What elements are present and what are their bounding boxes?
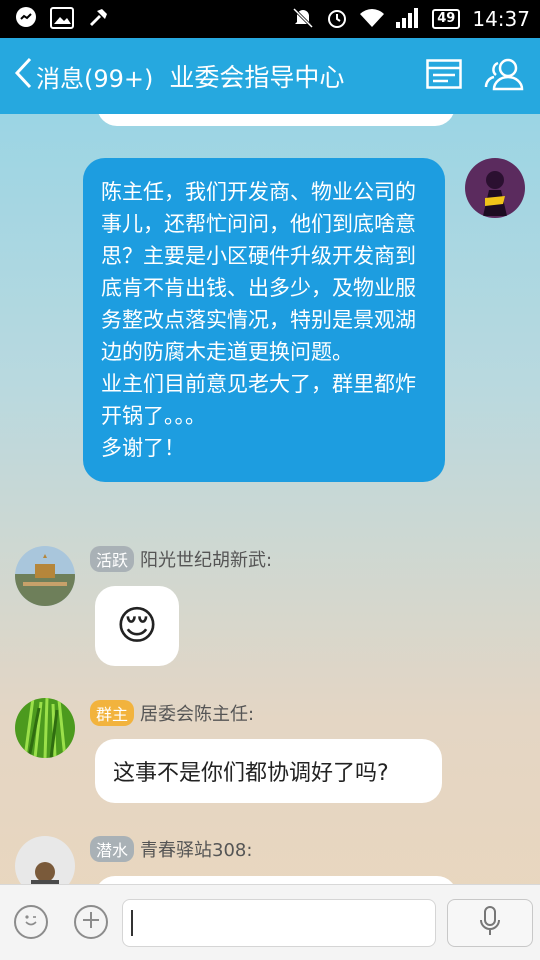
- smile-emoji-icon: 😌: [116, 603, 158, 649]
- avatar-sender[interactable]: [15, 546, 75, 606]
- chat-area[interactable]: 陈主任，我们开发商、物业公司的事儿，还帮忙问问，他们到底啥意思？主要是小区硬件升…: [0, 114, 540, 884]
- message-bubble-incoming[interactable]: 😌: [95, 586, 179, 666]
- title-bar: 消息(99+) 业委会指导中心: [0, 38, 540, 114]
- back-button[interactable]: 消息(99+): [14, 57, 153, 95]
- plus-icon: [81, 907, 101, 937]
- plus-button[interactable]: [74, 905, 108, 939]
- status-bar: 49 14:37: [0, 0, 540, 38]
- voice-button[interactable]: [447, 899, 533, 947]
- sender-name: 居委会陈主任:: [140, 704, 255, 725]
- emoji-button[interactable]: [14, 905, 48, 939]
- member-badge: 潜水: [90, 836, 135, 862]
- avatar-self[interactable]: [465, 158, 525, 218]
- message-bubble-outgoing[interactable]: 陈主任，我们开发商、物业公司的事儿，还帮忙问问，他们到底啥意思？主要是小区硬件升…: [83, 158, 445, 482]
- sender-row: 潜水 青春驿站308:: [90, 836, 252, 862]
- emoji-icon: [21, 910, 41, 934]
- back-label: 消息(99+): [36, 64, 154, 93]
- owner-badge: 群主: [90, 700, 135, 726]
- battery-indicator: 49: [432, 9, 461, 29]
- message-bubble-incoming[interactable]: 这事不是你们都协调好了吗?: [95, 739, 442, 803]
- chevron-left-icon: [14, 57, 32, 95]
- hammer-icon: [86, 6, 110, 33]
- message-text: 这事不是你们都协调好了吗?: [113, 761, 389, 786]
- image-icon: [50, 6, 74, 32]
- message-input[interactable]: [122, 899, 436, 947]
- messenger-icon: [14, 6, 38, 33]
- group-members-icon: [484, 57, 528, 95]
- avatar-sender[interactable]: [15, 836, 75, 884]
- signal-icon: [396, 7, 420, 31]
- alarm-icon: [326, 7, 348, 32]
- group-members-button[interactable]: [484, 56, 528, 96]
- sender-row: 活跃 阳光世纪胡新武:: [90, 546, 272, 572]
- chat-title: 业委会指导中心: [169, 63, 345, 92]
- mute-icon: [292, 7, 314, 32]
- input-bar: [0, 884, 540, 960]
- member-badge: 活跃: [90, 546, 135, 572]
- sender-row: 群主 居委会陈主任:: [90, 700, 254, 726]
- sender-name: 阳光世纪胡新武:: [140, 550, 273, 571]
- microphone-icon: [479, 905, 501, 941]
- clock: 14:37: [472, 7, 530, 31]
- sender-name: 青春驿站308:: [140, 840, 253, 861]
- message-bubble-partial: [97, 114, 455, 126]
- text-cursor: [131, 910, 133, 936]
- avatar-sender[interactable]: [15, 698, 75, 758]
- message-bubble-incoming[interactable]: [95, 876, 457, 884]
- document-icon: [426, 59, 462, 93]
- group-info-button[interactable]: [424, 56, 464, 96]
- wifi-icon: [360, 8, 385, 31]
